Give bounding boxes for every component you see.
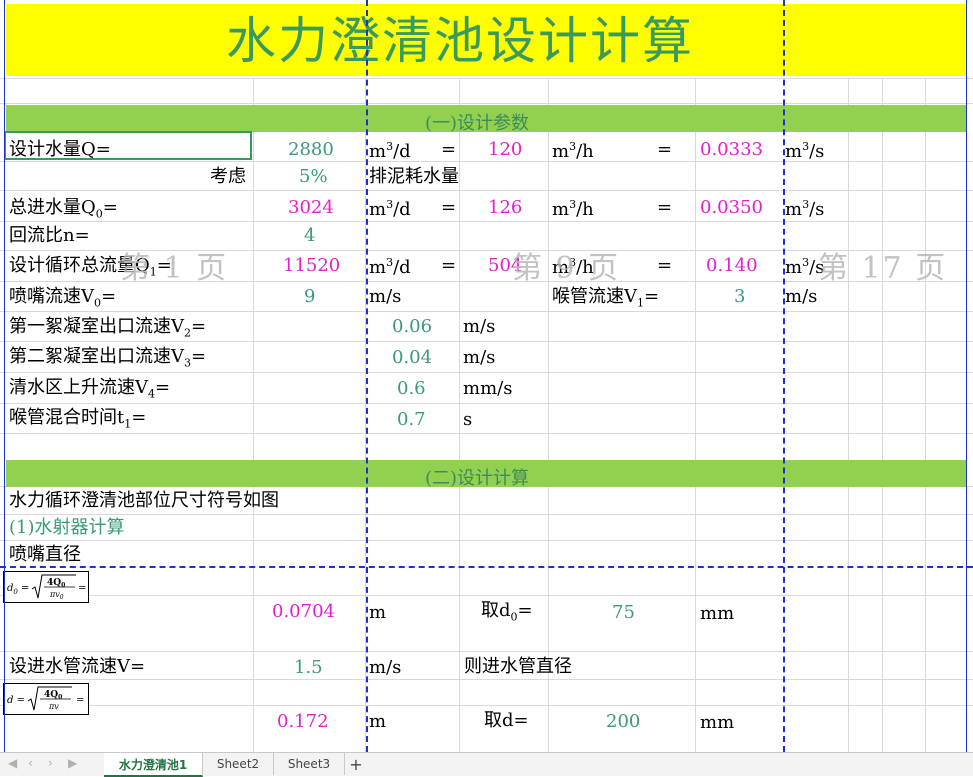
value-reflux-ratio[interactable]: 4 [304,227,315,245]
unit-q0-sec: m3/s [785,198,825,220]
label-total-inflow: 总进水量Q0= [9,197,118,221]
sheet-tab-bar: ◀ ‹ › ▶ 水力澄清池1 Sheet2 Sheet3 + [0,752,973,777]
svg-text:=: = [76,695,84,706]
unit-v3: m/s [463,347,496,368]
label-ejector-calc: (1)水射器计算 [9,517,125,538]
value-q-sec[interactable]: 0.0333 [700,141,763,159]
equals-5: = [441,255,457,276]
unit-d0: m [369,602,387,623]
add-sheet-button[interactable]: + [345,753,367,775]
value-nozzle-velocity[interactable]: 9 [304,288,315,306]
value-q1-day[interactable]: 11520 [283,257,340,275]
svg-text:πv: πv [48,702,59,711]
label-inlet-pipe-diameter: 则进水管直径 [464,656,572,677]
unit-q-hour: m3/h [552,140,594,162]
unit-q-day: m3/d [369,140,411,162]
value-v3[interactable]: 0.04 [392,349,432,367]
label-throat-mixing-time: 喉管混合时间t1= [9,407,147,431]
value-sludge-ratio[interactable]: 5% [299,168,328,186]
spreadsheet-grid[interactable]: 水力澄清池设计计算 (一)设计参数 (二)设计计算 设计水量Q= 2880 m3… [0,0,973,752]
value-take-d[interactable]: 200 [606,713,640,731]
value-d[interactable]: 0.172 [277,713,329,731]
svg-text:=: = [78,583,86,594]
label-take-d0: 取d0= [481,600,533,624]
unit-q0-hour: m3/h [552,198,594,220]
page-watermark-1: 第 1 页 [120,251,229,286]
unit-d: m [369,711,387,732]
label-nozzle-diameter: 喷嘴直径 [9,544,81,565]
section-title-2: (二)设计计算 [425,468,530,489]
svg-text:d =: d = [7,695,25,706]
formula-nozzle-diameter: d0 = 4Q0 πv0 = [3,571,89,603]
unit-q-sec: m3/s [785,140,825,162]
value-q-day[interactable]: 2880 [288,141,334,159]
unit-q0-day: m3/d [369,198,411,220]
section-title-1: (一)设计参数 [425,113,530,134]
value-v4[interactable]: 0.6 [397,380,426,398]
value-q1-sec[interactable]: 0.140 [706,257,758,275]
page-break-line-1 [366,0,368,752]
value-d0[interactable]: 0.0704 [272,603,335,621]
unit-take-d0: mm [700,603,735,624]
label-nozzle-velocity: 喷嘴流速V0= [9,286,117,310]
tab-sheet3[interactable]: Sheet3 [274,753,345,775]
label-clearwater-rise-velocity: 清水区上升流速V4= [9,377,171,401]
scroll-prev-icon[interactable]: ‹ [28,756,33,770]
label-first-flocculation-velocity: 第一絮凝室出口流速V2= [9,316,207,340]
value-inlet-velocity[interactable]: 1.5 [294,659,323,677]
equals-2: = [657,139,673,160]
page-break-line-2 [783,0,785,752]
unit-v4: mm/s [463,378,513,399]
unit-inlet-velocity: m/s [369,657,402,678]
svg-text:πv0: πv0 [49,590,64,601]
unit-nozzle-velocity: m/s [369,286,402,307]
equals-6: = [657,255,673,276]
page-break-line-left [4,0,5,752]
label-inlet-velocity: 设进水管流速V= [9,656,146,677]
value-q0-sec[interactable]: 0.0350 [700,199,763,217]
page-title: 水力澄清池设计计算 [226,12,694,70]
label-design-flow: 设计水量Q= [9,139,111,160]
formula-inlet-diameter: d = 4Q0 πv = [3,683,89,715]
unit-throat-velocity: m/s [785,286,818,307]
unit-v2: m/s [463,316,496,337]
value-q0-hour[interactable]: 126 [488,199,522,217]
unit-take-d: mm [700,712,735,733]
label-consider: 考虑 [210,166,246,187]
scroll-first-icon[interactable]: ◀ [8,756,17,770]
equals-4: = [657,197,673,218]
label-sludge-water: 排泥耗水量 [369,166,459,187]
tab-sheet-main[interactable]: 水力澄清池1 [104,753,203,777]
label-reflux-ratio: 回流比n= [9,225,90,246]
unit-t1: s [463,409,473,430]
value-q-hour[interactable]: 120 [488,141,522,159]
value-v2[interactable]: 0.06 [392,318,432,336]
page-watermark-17: 第 17 页 [818,251,948,286]
label-take-d: 取d= [484,710,529,731]
equals-1: = [441,139,457,160]
tab-sheet2[interactable]: Sheet2 [203,753,274,775]
unit-q1-day: m3/d [369,256,411,278]
equals-3: = [441,197,457,218]
label-second-flocculation-velocity: 第二絮凝室出口流速V3= [9,346,207,370]
page-break-line-row [0,566,973,568]
value-take-d0[interactable]: 75 [612,604,635,622]
scroll-last-icon[interactable]: ▶ [68,756,77,770]
value-throat-velocity[interactable]: 3 [734,288,745,306]
value-t1[interactable]: 0.7 [397,411,426,429]
label-throat-velocity: 喉管流速V1= [552,286,660,310]
svg-text:d0 =: d0 = [7,583,29,596]
value-q0-day[interactable]: 3024 [288,199,334,217]
page-watermark-9: 第 9 页 [512,251,621,286]
label-dimension-figure: 水力循环澄清池部位尺寸符号如图 [9,490,279,511]
sheet-right-edge [966,0,967,752]
scroll-next-icon[interactable]: › [48,756,53,770]
